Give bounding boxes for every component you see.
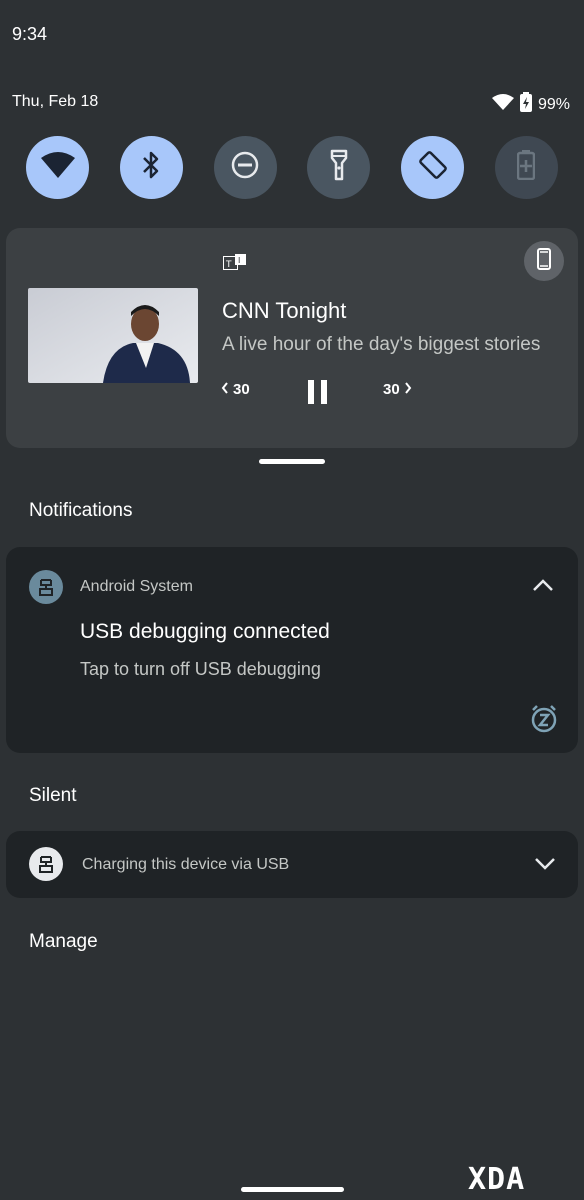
snooze-button[interactable] [529,704,559,739]
pause-icon [307,380,329,410]
notification-body: Tap to turn off USB debugging [80,659,321,679]
gesture-nav-bar[interactable] [241,1187,344,1192]
battery-percent: 99% [537,95,570,113]
media-artwork [28,288,198,383]
notifications-header: Notifications [29,500,133,521]
wifi-signal-icon [491,94,514,115]
bluetooth-icon [141,150,161,185]
charging-notification-text: Charging this device via USB [82,856,290,873]
panel-drag-handle[interactable] [259,459,325,464]
collapse-notification-button[interactable] [532,578,554,597]
bluetooth-tile[interactable] [119,136,183,199]
chevron-up-icon [532,579,554,596]
battery-saver-tile[interactable] [494,136,558,199]
media-app-badge-icon: TI [223,254,247,270]
phone-icon [537,247,551,275]
media-title: CNN Tonight [222,298,347,323]
do-not-disturb-icon [230,150,260,185]
wifi-icon [40,152,75,183]
auto-rotate-tile[interactable] [401,136,465,199]
battery-saver-icon [517,150,536,185]
chevron-left-icon [221,381,229,398]
snooze-icon [529,705,559,738]
android-system-icon [29,570,63,604]
charging-app-icon [29,847,63,881]
svg-text:I: I [238,256,240,265]
expand-notification-button[interactable] [534,857,556,876]
output-device-button[interactable] [524,241,564,281]
notification-app-name: Android System [80,578,193,595]
media-subtitle: A live hour of the day's biggest stories [222,334,541,355]
svg-text:T: T [225,260,232,270]
battery-icon [519,92,532,117]
manage-button[interactable]: Manage [29,931,98,953]
quick-settings-row [26,136,558,199]
chevron-right-icon [404,381,412,398]
date: Thu, Feb 18 [12,93,99,110]
forward-label: 30 [383,381,400,398]
do-not-disturb-tile[interactable] [213,136,277,199]
rewind-label: 30 [233,381,250,398]
wifi-tile[interactable] [26,136,89,199]
notification-title: USB debugging connected [80,620,330,643]
status-icons: 99% [491,92,570,117]
rewind-button[interactable]: 30 [221,381,250,398]
clock: 9:34 [12,24,48,44]
flashlight-icon [329,149,349,186]
forward-button[interactable]: 30 [383,381,412,398]
xda-watermark: XDA [468,1162,526,1197]
chevron-down-icon [534,858,556,875]
auto-rotate-icon [417,149,449,186]
pause-button[interactable] [307,378,329,406]
flashlight-tile[interactable] [307,136,371,199]
silent-header: Silent [29,785,77,806]
